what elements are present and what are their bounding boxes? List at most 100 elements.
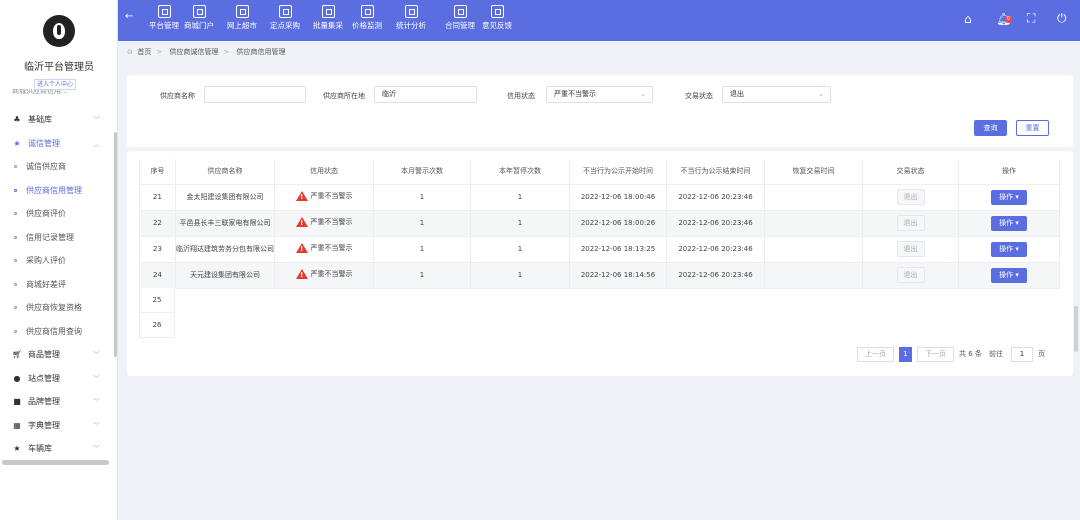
breadcrumb-integrity[interactable]: 供应商诚信管理 — [169, 48, 218, 56]
sidebar-item-label: 基础库 — [28, 115, 52, 125]
top-nav-label: 价格监测 — [352, 21, 382, 30]
supplier-name-input[interactable] — [204, 86, 306, 103]
sidebar-item-label: 车辆库 — [28, 444, 52, 454]
logo — [43, 15, 75, 47]
top-nav-label: 合同管理 — [445, 21, 475, 30]
power-icon[interactable]: ⏻ — [1057, 11, 1067, 26]
trade-status-button[interactable]: 退出 — [896, 267, 925, 283]
cell-warn: 1 — [373, 261, 471, 289]
top-nav-label: 平台管理 — [149, 21, 179, 30]
breadcrumb-home[interactable]: 首页 — [137, 48, 151, 56]
total-count: 共 6 条 — [959, 350, 982, 358]
warning-icon — [295, 190, 308, 202]
warning-icon — [295, 268, 308, 280]
trade-status-button[interactable]: 退出 — [896, 215, 925, 231]
sidebar-item[interactable]: ▦ 字典管理 ﹀ — [0, 414, 114, 438]
top-nav-item[interactable]: 网上超市 — [227, 5, 257, 31]
cell-start: 2022-12-06 18:00:26 — [569, 209, 667, 237]
sidebar-item[interactable]: 🛒︎ 商品管理 ﹀ — [0, 343, 114, 367]
operation-dropdown-button[interactable]: 操作 ▾ — [991, 215, 1027, 231]
chevron-down-icon: ﹀ — [93, 398, 100, 406]
location-icon: ⊙ — [127, 48, 133, 56]
home-icon[interactable]: ⌂ — [964, 12, 972, 26]
nav-module-icon — [404, 5, 418, 18]
brand-icon: ■ — [13, 397, 21, 407]
top-nav-item[interactable]: 合同管理 — [445, 5, 475, 31]
sidebar-item[interactable]: ★ 车辆库 ﹀ — [0, 437, 114, 461]
cell-warn: 1 — [373, 183, 471, 211]
chevron-down-icon: ﹀ — [93, 116, 100, 124]
bullet-icon — [14, 212, 17, 216]
sidebar-subitem[interactable]: 供应商信用管理 — [0, 179, 114, 203]
top-nav-item[interactable]: 平台管理 — [149, 5, 179, 31]
back-arrow-icon[interactable]: ← — [125, 11, 133, 22]
top-nav-item[interactable]: 统计分析 — [396, 5, 426, 31]
nav-module-icon — [235, 5, 249, 18]
cell-end: 2022-12-06 20:23:46 — [666, 183, 765, 211]
cell-restore — [764, 235, 863, 263]
sitemap-icon: ♣ — [13, 115, 21, 125]
sidebar-item-label: 站点管理 — [28, 373, 60, 383]
admin-name: 临沂平台管理员 — [24, 62, 94, 73]
trade-status-label: 交易状态 — [685, 92, 713, 100]
cell-trade: 退出 — [862, 209, 959, 237]
sidebar-item[interactable]: ♣ 基础库 ﹀ — [0, 108, 114, 132]
column-header: 本月警示次数 — [373, 159, 471, 185]
top-nav-label: 定点采购 — [270, 21, 300, 30]
cell-credit: 严重不当警示 — [274, 183, 374, 211]
top-nav-item[interactable]: 定点采购 — [270, 5, 300, 31]
trade-status-button[interactable]: 退出 — [896, 189, 925, 205]
credit-status-text: 严重不当警示 — [310, 191, 353, 200]
sidebar-item[interactable]: ★ 诚信管理 ︿ — [0, 132, 114, 156]
sidebar-subitem[interactable]: 商城好差评 — [0, 273, 114, 297]
search-button[interactable]: 查询 — [974, 120, 1007, 136]
trade-status-button[interactable]: 退出 — [896, 241, 925, 257]
cell-credit: 严重不当警示 — [274, 235, 374, 263]
page-1-button[interactable]: 1 — [899, 347, 912, 362]
cell-start: 2022-12-06 18:00:46 — [569, 183, 667, 211]
top-nav-item[interactable]: 商城门户 — [184, 5, 214, 31]
operation-dropdown-button[interactable]: 操作 ▾ — [991, 241, 1027, 257]
sidebar-subitem[interactable]: 供应商评价 — [0, 202, 114, 226]
goto-page-input[interactable]: 1 — [1011, 347, 1033, 362]
credit-status-text: 严重不当警示 — [310, 243, 353, 252]
sidebar-item[interactable]: ● 站点管理 ﹀ — [0, 367, 114, 391]
reset-button[interactable]: 重置 — [1016, 120, 1049, 136]
bullet-icon — [14, 329, 17, 333]
sidebar-subitem[interactable]: 供应商信用查询 — [0, 320, 114, 344]
chevron-down-icon: ﹀ — [93, 421, 100, 430]
top-nav-item[interactable]: 意见反馈 — [482, 5, 512, 31]
operation-dropdown-button[interactable]: 操作 ▾ — [991, 189, 1027, 205]
sidebar-item-label: 品牌管理 — [28, 397, 60, 407]
cell-no: 23 — [139, 235, 176, 263]
enter-personal-center-button[interactable]: 进入个人中心 — [34, 79, 77, 90]
supplier-location-input[interactable]: 临沂 — [374, 86, 477, 103]
bullet-icon — [14, 259, 17, 263]
sidebar-subitem[interactable]: 采购人评价 — [0, 249, 114, 273]
prev-page-button[interactable]: 上一页 — [857, 347, 894, 362]
bullet-icon — [14, 235, 17, 239]
cell-restore — [764, 261, 863, 289]
cell-op: 操作 ▾ — [958, 235, 1060, 263]
top-nav-item[interactable]: 批量集采 — [313, 5, 343, 31]
bullet-icon — [14, 306, 17, 310]
sidebar-subitem[interactable]: 诚信供应商 — [0, 155, 114, 179]
next-page-button[interactable]: 下一页 — [917, 347, 954, 362]
sidebar-item-label: 信用记录管理 — [26, 232, 74, 242]
sidebar-item[interactable]: ■ 品牌管理 ﹀ — [0, 390, 114, 414]
chevron-down-icon: ﹀ — [93, 374, 100, 383]
cell-end: 2022-12-06 20:23:46 — [666, 209, 765, 237]
sidebar-subitem[interactable]: 信用记录管理 — [0, 226, 114, 250]
bullet-icon — [14, 282, 17, 286]
sidebar-horizontal-scrollbar[interactable] — [2, 460, 109, 465]
sidebar-vertical-scrollbar[interactable] — [114, 132, 117, 357]
trade-status-select[interactable]: 退出 ⌄ — [722, 86, 831, 103]
fullscreen-icon[interactable]: ⛶ — [1027, 11, 1035, 26]
column-header: 操作 — [958, 159, 1060, 185]
page-scrollbar[interactable] — [1074, 306, 1078, 352]
operation-dropdown-button[interactable]: 操作 ▾ — [991, 267, 1027, 283]
credit-status-select[interactable]: 严重不当警示 ⌄ — [546, 86, 653, 103]
top-nav-item[interactable]: 价格监测 — [352, 5, 382, 31]
top-nav-label: 网上超市 — [227, 21, 257, 30]
sidebar-subitem[interactable]: 供应商恢复资格 — [0, 296, 114, 320]
